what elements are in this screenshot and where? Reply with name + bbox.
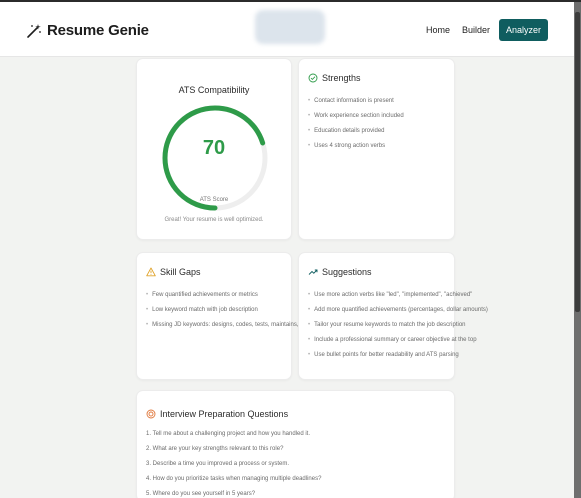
list-item: 4. How do you prioritize tasks when mana… <box>146 476 322 482</box>
suggestions-list: Use more action verbs like "led", "imple… <box>308 292 488 367</box>
list-item: Include a professional summary or career… <box>308 337 488 343</box>
check-circle-icon <box>308 73 318 83</box>
skill-gaps-title-text: Skill Gaps <box>160 267 201 277</box>
list-item: Work experience section included <box>308 113 404 119</box>
list-item: Use bullet points for better readability… <box>308 352 488 358</box>
strengths-title: Strengths <box>308 73 361 83</box>
navbar: Resume Genie Home Builder Analyzer <box>0 2 574 57</box>
nav-link-home[interactable]: Home <box>426 25 450 35</box>
ats-title: ATS Compatibility <box>178 85 250 95</box>
list-item: 5. Where do you see yourself in 5 years? <box>146 491 256 497</box>
skill-gaps-title: Skill Gaps <box>146 267 201 277</box>
list-item: 1. Tell me about a challenging project a… <box>146 431 311 437</box>
warning-triangle-icon <box>146 267 156 277</box>
list-item: Contact information is present <box>308 98 404 104</box>
magic-wand-icon <box>27 23 41 38</box>
brand-name: Resume Genie <box>47 22 149 39</box>
strengths-card: Strengths Contact information is present… <box>298 58 455 240</box>
suggestions-card: Suggestions Use more action verbs like "… <box>298 252 488 380</box>
list-item: Add more quantified achievements (percen… <box>308 307 488 313</box>
skill-gaps-card: Skill Gaps Few quantified achievements o… <box>136 252 334 380</box>
strengths-title-text: Strengths <box>322 73 361 83</box>
suggestions-title: Suggestions <box>308 267 372 277</box>
blurred-header-region <box>255 10 325 44</box>
vertical-scrollbar[interactable] <box>574 2 581 498</box>
nav-link-builder[interactable]: Builder <box>462 25 490 35</box>
strengths-list: Contact information is present Work expe… <box>308 98 404 158</box>
scrollbar-thumb[interactable] <box>575 12 580 312</box>
interview-question-list: 1. Tell me about a challenging project a… <box>146 431 321 498</box>
nav-link-analyzer[interactable]: Analyzer <box>498 19 548 41</box>
ats-score-label: ATS Score <box>199 197 229 203</box>
list-item: 3. Describe a time you improved a proces… <box>146 461 290 467</box>
list-item: 2. What are your key strengths relevant … <box>146 446 284 452</box>
ats-card: ATS Compatibility 70 ATS Score Great! Yo… <box>136 58 292 240</box>
nav-links: Home Builder Analyzer <box>414 19 548 41</box>
brand-logo[interactable]: Resume Genie <box>26 22 149 39</box>
list-item: Use more action verbs like "led", "imple… <box>308 292 488 298</box>
interview-title-text: Interview Preparation Questions <box>160 409 289 419</box>
suggestions-title-text: Suggestions <box>322 267 372 277</box>
target-icon <box>146 409 156 419</box>
list-item: Tailor your resume keywords to match the… <box>308 322 488 328</box>
ats-score-value: 70 <box>202 137 226 159</box>
interview-title: Interview Preparation Questions <box>146 409 288 419</box>
list-item: Education details provided <box>308 128 404 134</box>
interview-card: Interview Preparation Questions 1. Tell … <box>136 390 455 498</box>
list-item: Uses 4 strong action verbs <box>308 143 404 149</box>
ats-message: Great! Your resume is well optimized. <box>164 217 264 223</box>
trending-up-icon <box>308 269 318 275</box>
